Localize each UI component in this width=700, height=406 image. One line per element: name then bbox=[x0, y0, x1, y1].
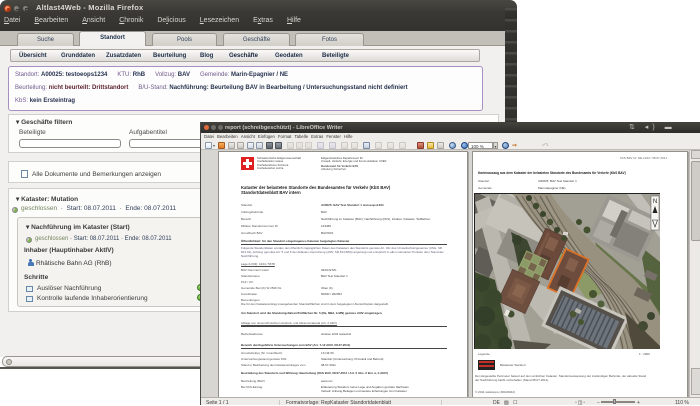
svg-text:N: N bbox=[653, 199, 657, 205]
